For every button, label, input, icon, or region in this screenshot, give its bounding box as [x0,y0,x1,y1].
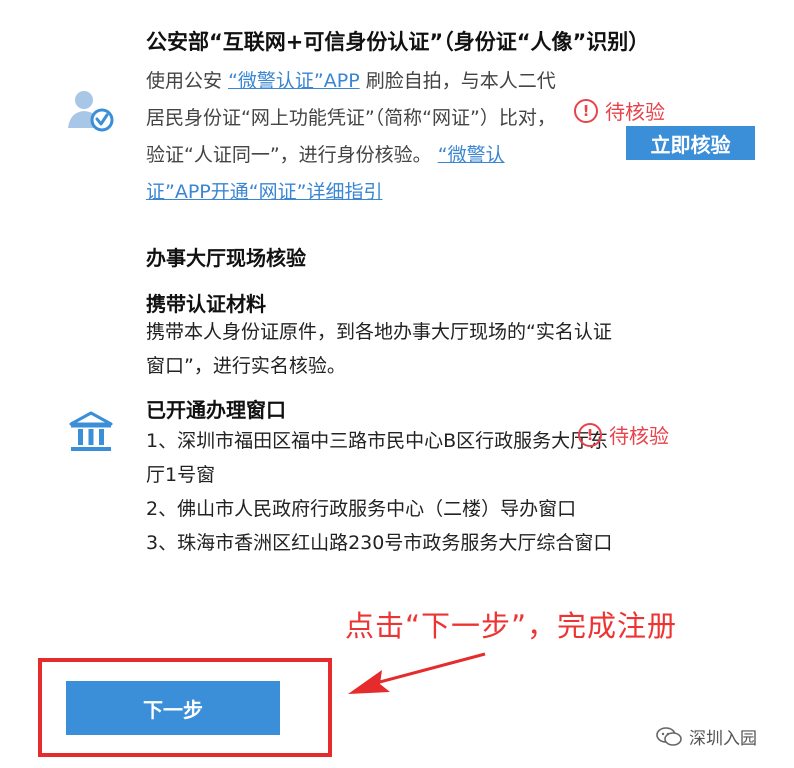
hall-status-text: 待核验 [609,424,669,448]
exclamation-circle-icon: ! [578,422,602,447]
annotation-text: 点击“下一步”，完成注册 [345,609,678,643]
list-item: 3、珠海市香洲区红山路230号市政务服务大厅综合窗口 [146,532,613,554]
next-step-button[interactable]: 下一步 [66,681,280,735]
weijing-app-link[interactable]: “微警认证”APP [228,70,360,92]
verify-now-button[interactable]: 立即核验 [626,126,755,160]
desc-text-1: 使用公安 [146,70,223,92]
hall-status: ! 待核验 [578,420,669,449]
government-building-icon [68,410,114,454]
online-verify-title: 公安部“互联网+可信身份认证”（身份证“人像”识别） [146,30,650,54]
hall-verify-title: 办事大厅现场核验 [146,246,306,270]
windows-heading: 已开通办理窗口 [146,398,286,422]
list-item: 2、佛山市人民政府行政服务中心（二楼）导办窗口 [146,498,577,520]
exclamation-circle-icon: ! [574,98,598,123]
online-status-text: 待核验 [605,100,665,124]
materials-heading: 携带认证材料 [146,292,266,316]
red-arrow-icon [340,650,490,710]
wechat-icon [656,726,682,746]
list-item: 1、深圳市福田区福中三路市民中心B区行政服务大厅东厅1号窗 [146,430,609,486]
watermark-text: 深圳入园 [689,729,757,749]
online-verify-description: 使用公安 “微警认证”APP 刷脸自拍，与本人二代居民身份证“网上功能凭证”（简… [146,63,566,211]
watermark: 深圳入园 [655,724,757,749]
user-verified-icon [66,88,116,134]
materials-description: 携带本人身份证原件，到各地办事大厅现场的“实名认证窗口”，进行实名核验。 [146,321,612,377]
online-status: ! 待核验 [574,96,665,125]
hall-window-list: 1、深圳市福田区福中三路市民中心B区行政服务大厅东厅1号窗 2、佛山市人民政府行… [146,424,616,560]
